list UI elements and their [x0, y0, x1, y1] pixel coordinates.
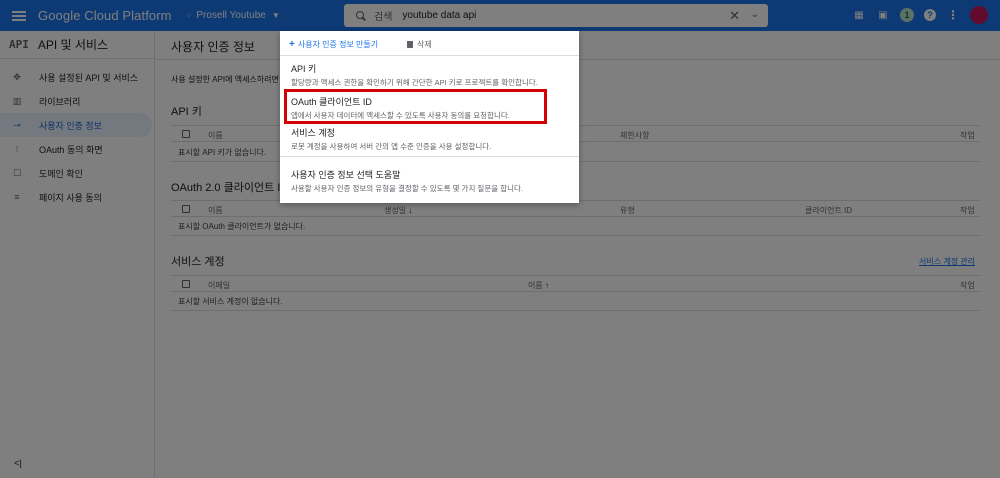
menu-item-desc: 로봇 계정을 사용하여 서버 간의 앱 수준 인증을 사용 설정합니다. — [291, 142, 492, 151]
delete-label: 삭제 — [417, 40, 432, 49]
create-credentials-label: 사용자 인증 정보 만들기 — [297, 40, 379, 49]
delete-button[interactable]: 삭제 — [407, 39, 432, 50]
menu-item-api-key[interactable]: API 키 할당량과 액세스 권한을 확인하기 위해 간단한 API 키로 프로… — [291, 62, 538, 88]
menu-item-help-me-choose[interactable]: 사용자 인증 정보 선택 도움말 사용할 사용자 인증 정보의 유형을 결정할 … — [291, 168, 523, 194]
trash-icon — [407, 41, 413, 48]
menu-item-title: 사용자 인증 정보 선택 도움말 — [291, 170, 401, 180]
menu-item-desc: 할당량과 액세스 권한을 확인하기 위해 간단한 API 키로 프로젝트를 확인… — [291, 78, 538, 87]
menu-toolbar: + 사용자 인증 정보 만들기 삭제 — [280, 31, 579, 56]
plus-icon: + — [289, 39, 295, 50]
menu-item-title: 서비스 계정 — [291, 128, 335, 138]
create-credentials-button[interactable]: + 사용자 인증 정보 만들기 — [289, 39, 378, 50]
menu-item-desc: 사용할 사용자 인증 정보의 유형을 결정할 수 있도록 몇 가지 질문을 합니… — [291, 184, 524, 193]
menu-item-title: API 키 — [291, 64, 317, 74]
highlight-box — [284, 89, 547, 124]
divider — [280, 156, 579, 157]
menu-item-service-account[interactable]: 서비스 계정 로봇 계정을 사용하여 서버 간의 앱 수준 인증을 사용 설정합… — [291, 126, 491, 152]
